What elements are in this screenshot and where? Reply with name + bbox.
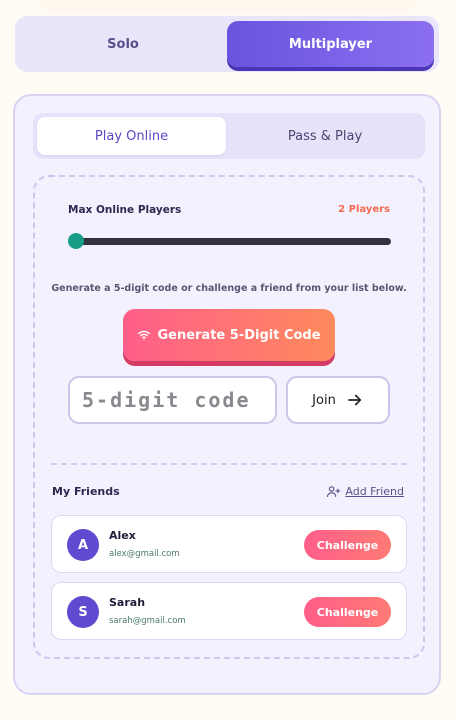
avatar: A	[67, 529, 99, 561]
add-friend-link[interactable]: Add Friend	[326, 484, 404, 499]
friend-email: alex@gmail.com	[109, 549, 180, 559]
players-slider-track[interactable]	[71, 238, 391, 245]
challenge-button[interactable]: Challenge	[304, 530, 391, 560]
friend-email: sarah@gmail.com	[109, 616, 186, 626]
pass-and-play-tab[interactable]: Pass & Play	[229, 117, 421, 155]
mode-toggle: Solo Multiplayer	[15, 16, 439, 72]
join-label: Join	[312, 392, 336, 408]
user-plus-icon	[327, 486, 341, 498]
join-button[interactable]: Join	[286, 376, 390, 424]
generate-code-button[interactable]: Generate 5-Digit Code	[123, 309, 335, 361]
friend-name: Sarah	[109, 596, 146, 609]
wifi-icon	[138, 330, 151, 341]
section-divider	[51, 463, 407, 465]
multiplayer-mode-button[interactable]: Multiplayer	[227, 21, 434, 67]
arrow-right-icon	[347, 394, 361, 406]
multiplayer-card: Play Online Pass & Play Max Online Playe…	[13, 94, 441, 695]
add-friend-label: Add Friend	[345, 485, 404, 498]
code-input[interactable]	[68, 376, 277, 424]
online-settings-panel: Max Online Players 2 Players Generate a …	[33, 175, 425, 659]
generate-code-label: Generate 5-Digit Code	[157, 327, 321, 343]
friend-name: Alex	[109, 529, 136, 542]
friends-title: My Friends	[52, 485, 120, 498]
play-type-toggle: Play Online Pass & Play	[33, 113, 425, 159]
code-info-text: Generate a 5-digit code or challenge a f…	[51, 283, 407, 294]
players-count: 2 Players	[338, 204, 390, 215]
players-slider-thumb[interactable]	[68, 233, 84, 249]
play-online-tab[interactable]: Play Online	[37, 117, 226, 155]
solo-mode-button[interactable]: Solo	[20, 21, 226, 67]
challenge-button[interactable]: Challenge	[304, 597, 391, 627]
friend-item: A Alex alex@gmail.com Challenge	[51, 515, 407, 573]
avatar: S	[67, 596, 99, 628]
top-edge-decoration	[40, 0, 416, 14]
max-players-label: Max Online Players	[68, 204, 182, 216]
friend-item: S Sarah sarah@gmail.com Challenge	[51, 582, 407, 640]
